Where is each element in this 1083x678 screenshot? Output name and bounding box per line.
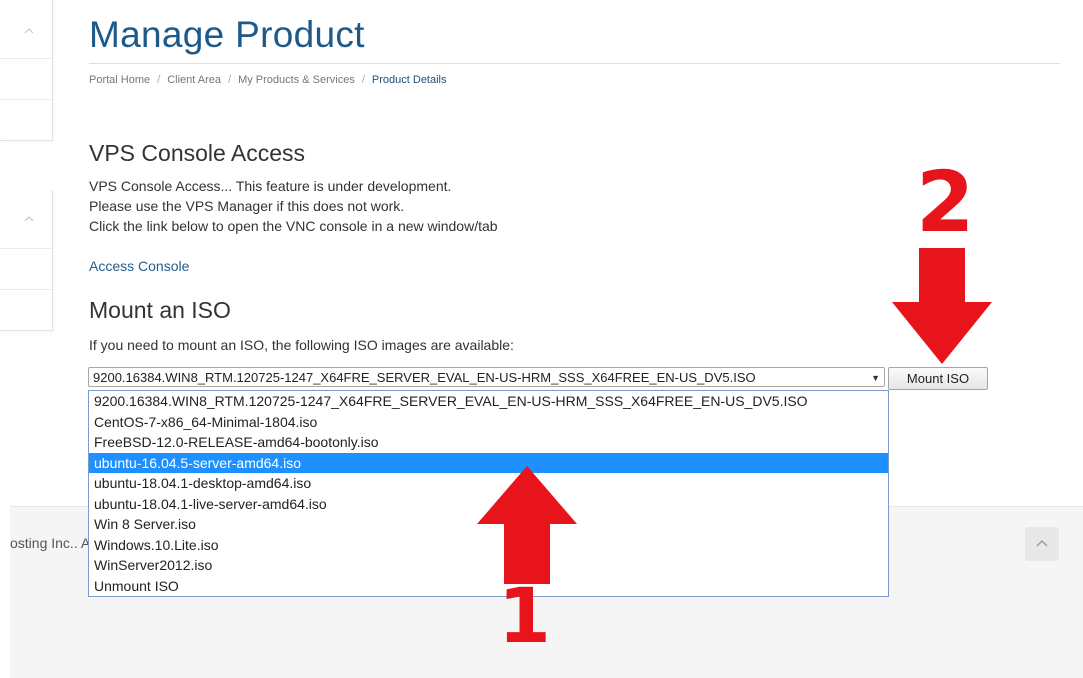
iso-option[interactable]: FreeBSD-12.0-RELEASE-amd64-bootonly.iso xyxy=(89,432,888,453)
iso-heading: Mount an ISO xyxy=(89,297,231,323)
breadcrumb-link[interactable]: Client Area xyxy=(167,74,221,86)
console-text-line: Click the link below to open the VNC con… xyxy=(89,218,498,234)
sidebar-panel-2 xyxy=(0,190,53,331)
footer-copyright: osting Inc.. A xyxy=(10,535,91,551)
title-divider xyxy=(89,63,1060,64)
breadcrumb-link[interactable]: Portal Home xyxy=(89,74,150,86)
breadcrumb-separator: / xyxy=(361,74,365,86)
breadcrumb-current: Product Details xyxy=(371,74,447,86)
breadcrumb: Portal Home / Client Area / My Products & Se… xyxy=(89,74,447,86)
iso-description: If you need to mount an ISO, the followi… xyxy=(89,337,514,353)
iso-option[interactable]: CentOS-7-x86_64-Minimal-1804.iso xyxy=(89,412,888,433)
iso-select-value: 9200.16384.WIN8_RTM.120725-1247_X64FRE_S… xyxy=(93,370,756,385)
chevron-up-icon[interactable] xyxy=(24,28,34,38)
access-console-link[interactable]: Access Console xyxy=(89,258,189,274)
red-arrow-down-icon xyxy=(892,248,992,364)
sidebar-panel-1-header[interactable] xyxy=(0,0,52,59)
iso-select[interactable]: 9200.16384.WIN8_RTM.120725-1247_X64FRE_S… xyxy=(88,367,885,387)
back-to-top-button[interactable] xyxy=(1025,527,1059,561)
sidebar-panel-2-header[interactable] xyxy=(0,190,52,249)
sidebar-panel-2-item[interactable] xyxy=(0,290,52,330)
annotation-step-1-label: 1 xyxy=(498,571,551,660)
annotation-step-2-label: 2 xyxy=(916,153,975,251)
console-text-line: VPS Console Access... This feature is un… xyxy=(89,178,452,194)
console-heading: VPS Console Access xyxy=(89,140,306,166)
chevron-up-icon[interactable] xyxy=(24,216,34,226)
page-title: Manage Product xyxy=(89,14,365,55)
sidebar-panel-1-item[interactable] xyxy=(0,100,52,140)
breadcrumb-separator: / xyxy=(228,74,232,86)
breadcrumb-separator: / xyxy=(157,74,161,86)
console-text-line: Please use the VPS Manager if this does … xyxy=(89,198,405,214)
breadcrumb-link[interactable]: My Products & Services xyxy=(238,74,355,86)
console-description: VPS Console Access... This feature is un… xyxy=(89,176,498,236)
mount-iso-button[interactable]: Mount ISO xyxy=(888,367,988,390)
chevron-up-icon xyxy=(1036,540,1048,547)
sidebar-panel-1 xyxy=(0,0,53,141)
sidebar-panel-2-item[interactable] xyxy=(0,249,52,290)
sidebar-panel-1-item[interactable] xyxy=(0,59,52,100)
red-arrow-up-icon xyxy=(477,466,577,584)
iso-option[interactable]: 9200.16384.WIN8_RTM.120725-1247_X64FRE_S… xyxy=(89,391,888,412)
dropdown-arrow-icon[interactable]: ▼ xyxy=(871,368,880,386)
